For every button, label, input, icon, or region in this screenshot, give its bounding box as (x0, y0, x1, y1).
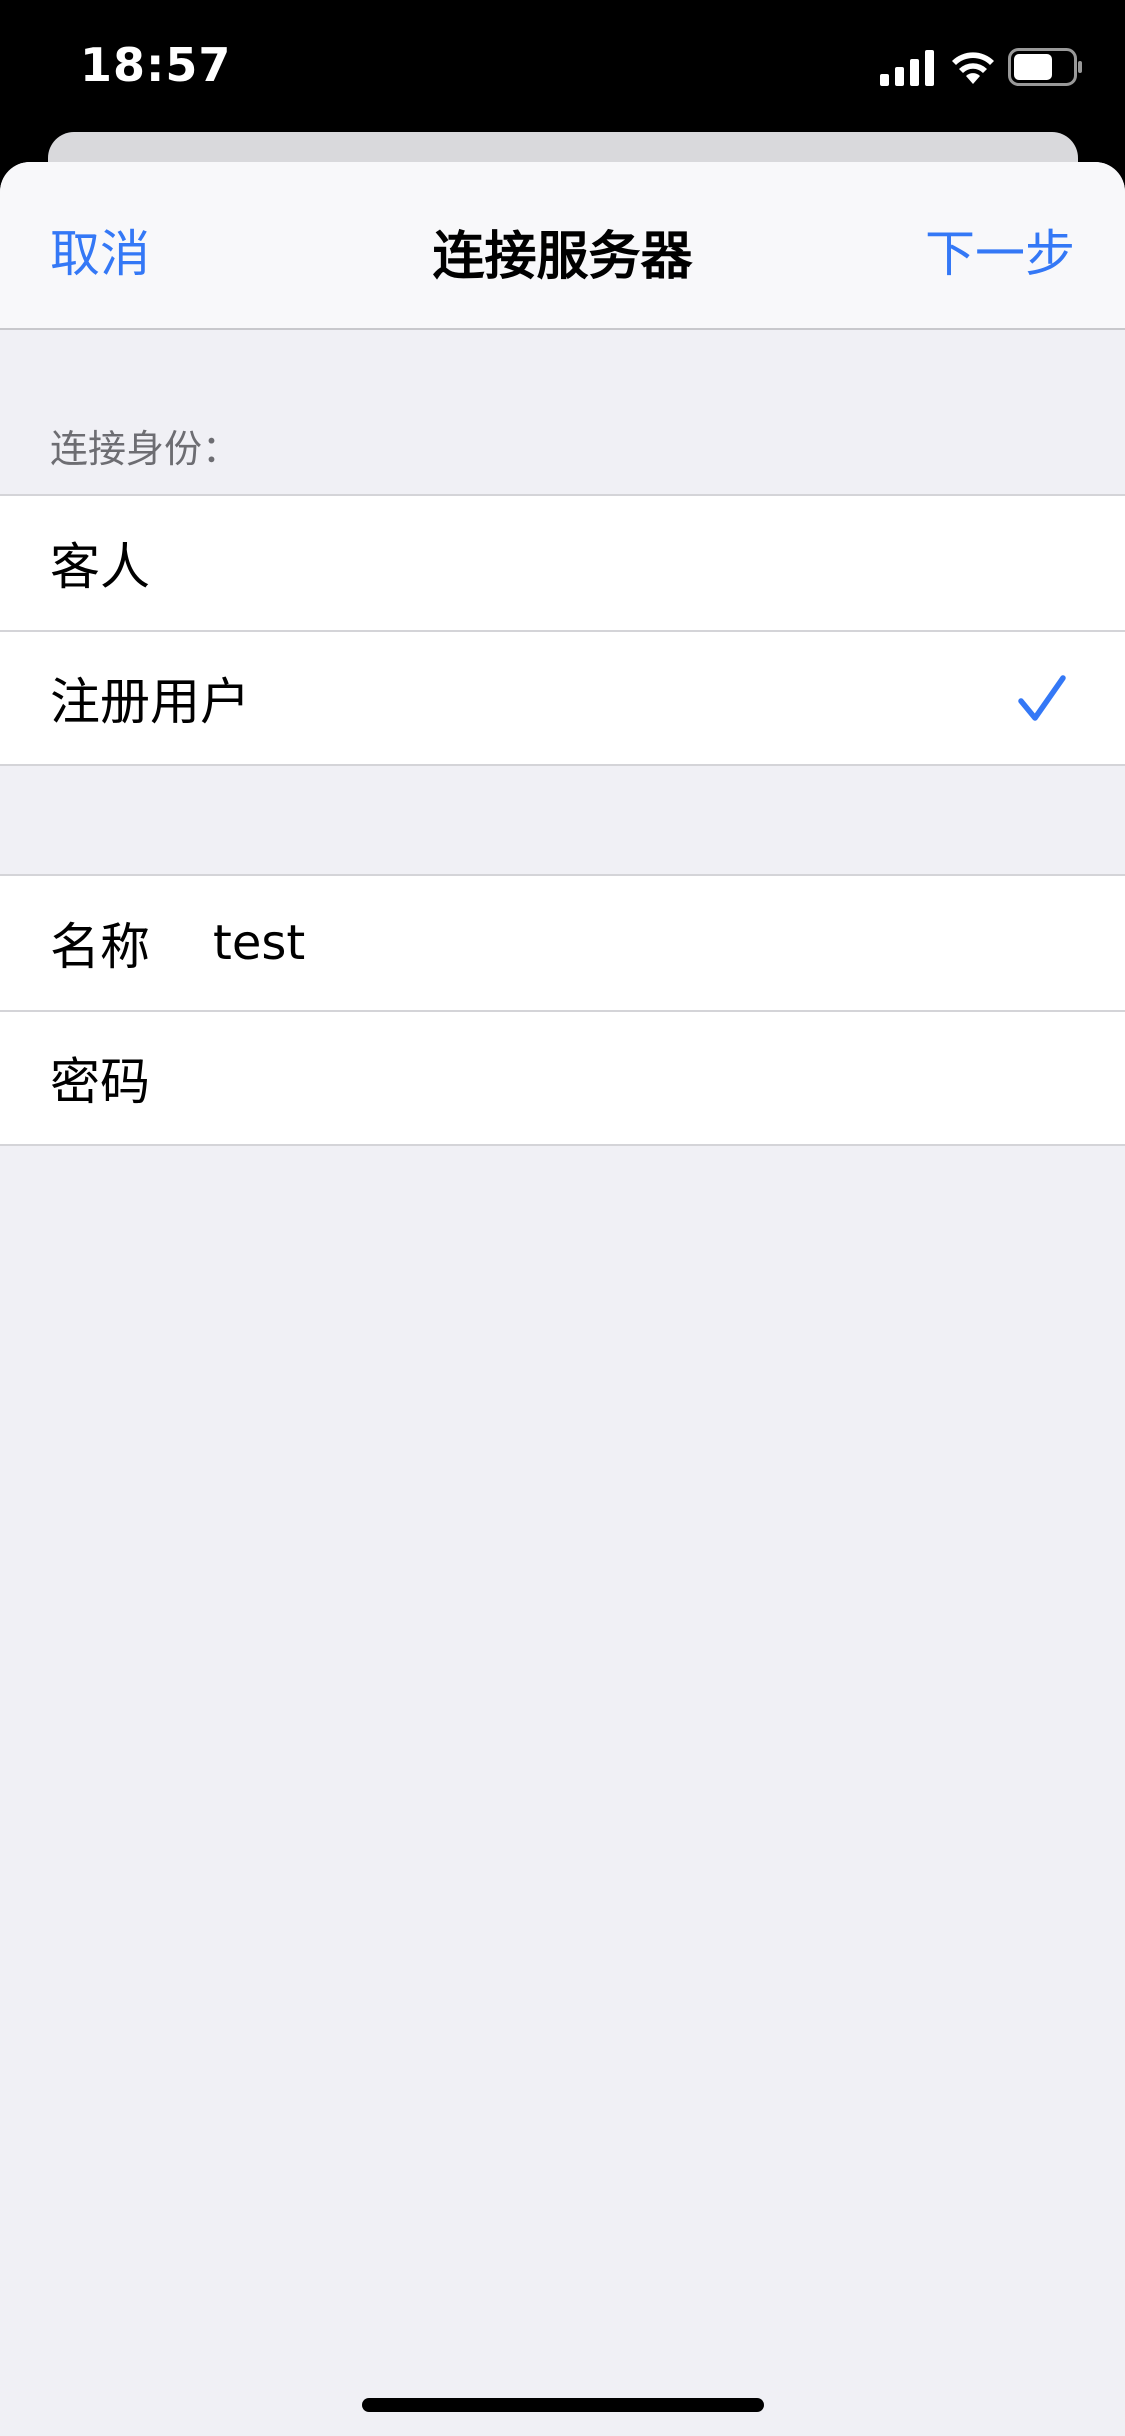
status-bar: 18:57 (0, 0, 1125, 132)
wifi-icon (952, 52, 994, 84)
signal-icon (880, 50, 934, 86)
name-label: 名称 (50, 918, 150, 976)
checkmark-icon (1018, 675, 1066, 721)
navigation-bar: 取消 连接服务器 下一步 (0, 162, 1125, 330)
identity-section-header: 连接身份： (50, 427, 241, 471)
name-field[interactable] (213, 876, 1125, 1010)
password-row: 密码 (0, 1010, 1125, 1144)
option-registered-user-label: 注册用户 (50, 673, 250, 731)
next-button[interactable]: 下一步 (925, 214, 1075, 286)
connect-server-sheet: 取消 连接服务器 下一步 连接身份： 客人 注册用户 名称 密码 (0, 162, 1125, 2436)
credentials-group: 名称 密码 (0, 874, 1125, 1146)
identity-options: 客人 注册用户 (0, 494, 1125, 766)
option-guest-label: 客人 (50, 538, 150, 596)
password-field[interactable] (213, 1012, 1125, 1144)
battery-icon (1008, 48, 1082, 86)
option-registered-user[interactable]: 注册用户 (0, 630, 1125, 764)
screen: 18:57 取消 连接服务器 下一步 连接身份： 客人 注册用户 名称 test… (0, 0, 1125, 2436)
home-indicator[interactable] (362, 2398, 764, 2412)
password-label: 密码 (50, 1053, 150, 1111)
status-time: 18:57 (80, 38, 232, 92)
option-guest[interactable]: 客人 (0, 496, 1125, 630)
name-row: 名称 (0, 876, 1125, 1010)
